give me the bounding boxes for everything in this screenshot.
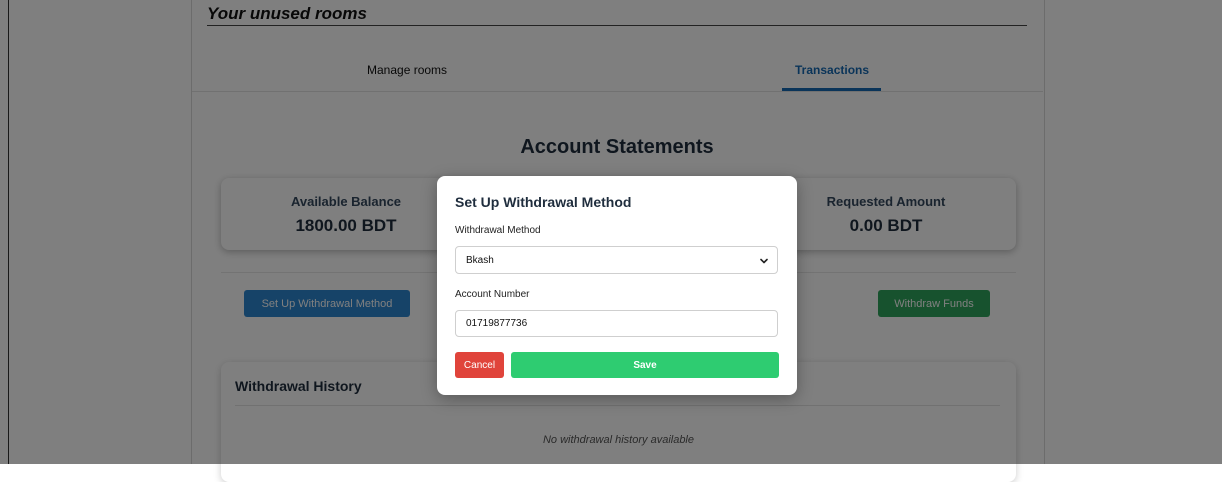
account-number-value: 01719877736 <box>466 318 528 329</box>
account-number-label: Account Number <box>455 289 530 300</box>
withdrawal-method-label: Withdrawal Method <box>455 225 541 236</box>
withdrawal-method-value: Bkash <box>466 255 494 266</box>
account-number-field[interactable]: 01719877736 <box>455 310 778 337</box>
save-button[interactable]: Save <box>511 352 779 378</box>
withdrawal-method-select[interactable]: Bkash <box>455 246 778 274</box>
modal-title: Set Up Withdrawal Method <box>455 194 632 210</box>
chevron-down-icon <box>760 258 768 264</box>
cancel-button[interactable]: Cancel <box>455 352 504 378</box>
withdrawal-method-modal: Set Up Withdrawal Method Withdrawal Meth… <box>437 176 797 395</box>
